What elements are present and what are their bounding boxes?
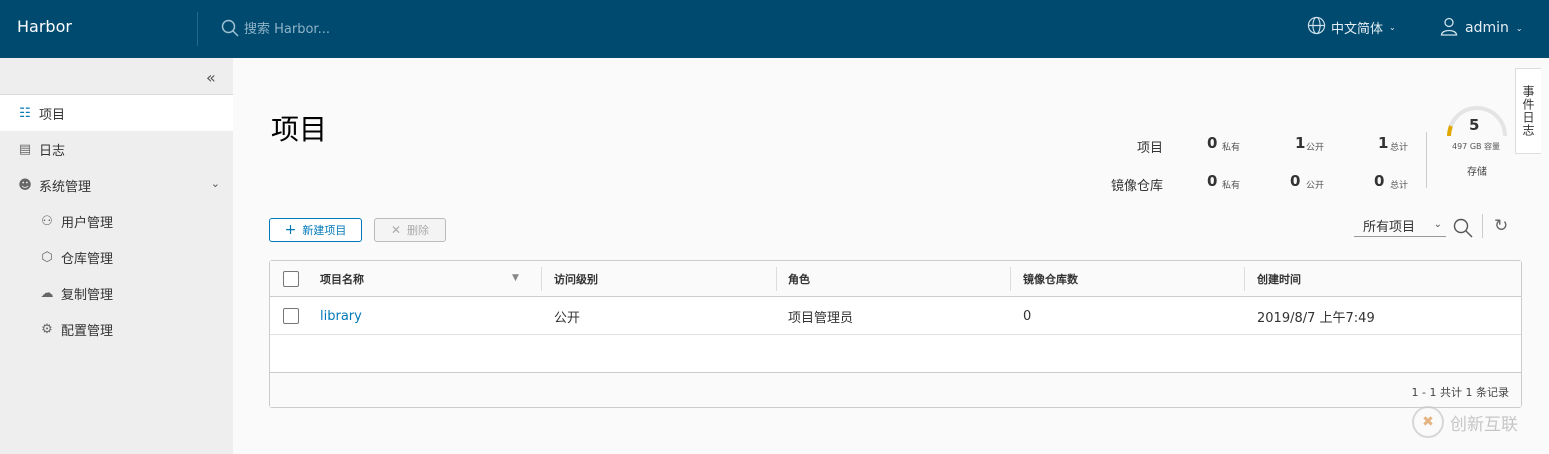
new-project-button[interactable]: + 新建项目 <box>269 218 362 242</box>
top-header: Harbor 中文简体 ⌄ admin ⌄ <box>0 0 1549 58</box>
column-header-name[interactable]: 项目名称 <box>320 261 364 297</box>
header-divider <box>197 12 198 46</box>
stat-repo-total: 0 <box>1374 172 1385 190</box>
username: admin <box>1465 20 1509 36</box>
table-row[interactable]: library 公开 项目管理员 0 2019/8/7 上午7:49 <box>270 298 1521 335</box>
pagination-info: 1 - 1 共计 1 条记录 <box>1411 386 1509 399</box>
filter-value: 所有项目 <box>1363 220 1416 235</box>
brand-name[interactable]: Harbor <box>17 17 72 36</box>
sidebar-item-label: 用户管理 <box>61 215 114 231</box>
column-divider <box>1010 267 1011 291</box>
stat-project-label: 项目 <box>1136 141 1163 156</box>
column-header-role[interactable]: 角色 <box>788 261 810 297</box>
new-project-label: 新建项目 <box>302 224 347 237</box>
replication-icon: ☁ <box>40 285 54 301</box>
event-log-tab[interactable]: 事件日志 <box>1515 68 1541 154</box>
sidebar-item-admin[interactable]: ☻ 系统管理 ⌄ <box>0 167 233 203</box>
watermark-text: 创新互联 <box>1450 414 1518 435</box>
table-header: 项目名称 ▼ 访问级别 角色 镜像仓库数 创建时间 <box>270 261 1521 297</box>
column-header-created[interactable]: 创建时间 <box>1257 261 1301 297</box>
row-checkbox[interactable] <box>283 308 299 324</box>
storage-capacity: 497 GB 容量 <box>1452 142 1501 151</box>
role-cell: 项目管理员 <box>788 311 854 326</box>
language-label: 中文简体 <box>1331 22 1384 37</box>
close-icon: ✕ <box>390 223 402 237</box>
main-content: 项目 项目 0 私有 1 公开 1 总计 镜像仓库 0 私有 0 公开 0 总计… <box>233 58 1549 454</box>
delete-button[interactable]: ✕ 删除 <box>374 218 446 242</box>
toolbar-divider <box>1482 214 1483 238</box>
stat-unit-private: 私有 <box>1222 143 1241 153</box>
sidebar-item-replication[interactable]: ☁ 复制管理 <box>0 275 233 311</box>
stat-repo-public: 0 <box>1290 172 1301 190</box>
user-icon <box>1439 16 1459 40</box>
sidebar-item-config[interactable]: ⚙ 配置管理 <box>0 311 233 347</box>
stat-repo-private: 0 <box>1207 172 1218 190</box>
gear-icon: ⚙ <box>41 321 53 337</box>
globe-icon <box>1307 16 1326 39</box>
column-divider <box>541 267 542 291</box>
storage-count: 5 <box>1469 116 1480 134</box>
column-divider <box>776 267 777 291</box>
column-header-repo-count[interactable]: 镜像仓库数 <box>1023 261 1078 297</box>
plus-icon: + <box>284 222 297 238</box>
stat-unit-total: 总计 <box>1390 143 1409 153</box>
logs-icon: ▤ <box>18 141 32 157</box>
stat-project-total: 1 <box>1378 134 1389 152</box>
watermark: ✖ 创新互联 <box>1412 406 1518 438</box>
search-input[interactable] <box>244 19 544 39</box>
sidebar-item-projects[interactable]: ☷ 项目 <box>0 95 233 131</box>
sidebar-item-label: 系统管理 <box>39 179 92 195</box>
page-title: 项目 <box>271 113 328 146</box>
sidebar-item-logs[interactable]: ▤ 日志 <box>0 131 233 167</box>
sidebar: « ☷ 项目 ▤ 日志 ☻ 系统管理 ⌄ ⚇ 用户管理 ⬡ 仓库管理 ☁ 复制管… <box>0 58 233 454</box>
chevron-down-icon: ⌄ <box>1389 23 1396 32</box>
stat-repo-label: 镜像仓库 <box>1110 179 1163 194</box>
sidebar-item-label: 复制管理 <box>61 287 114 303</box>
column-divider <box>1244 267 1245 291</box>
sidebar-item-users[interactable]: ⚇ 用户管理 <box>0 203 233 239</box>
stat-unit-private: 私有 <box>1222 181 1241 191</box>
stat-project-public: 1 <box>1295 134 1306 152</box>
stat-project-private: 0 <box>1207 134 1218 152</box>
watermark-logo-icon: ✖ <box>1412 406 1444 438</box>
chevron-down-icon[interactable]: ⌄ <box>211 177 220 190</box>
created-time-cell: 2019/8/7 上午7:49 <box>1257 311 1375 326</box>
registry-icon: ⬡ <box>41 249 53 265</box>
project-filter-select[interactable]: 所有项目 ⌄ <box>1354 215 1446 237</box>
search-icon <box>221 19 239 41</box>
stats-divider <box>1426 132 1427 188</box>
project-name-link[interactable]: library <box>320 298 362 335</box>
search-icon[interactable] <box>1453 218 1473 242</box>
language-selector[interactable]: 中文简体 ⌄ <box>1307 16 1396 39</box>
collapse-sidebar-icon[interactable]: « <box>206 68 216 87</box>
table-footer: 1 - 1 共计 1 条记录 <box>270 372 1521 407</box>
delete-label: 删除 <box>407 224 430 237</box>
users-icon: ⚇ <box>41 213 53 229</box>
sidebar-item-label: 项目 <box>39 107 66 123</box>
projects-table: 项目名称 ▼ 访问级别 角色 镜像仓库数 创建时间 library 公开 项目管… <box>269 260 1522 408</box>
sidebar-item-label: 仓库管理 <box>61 251 114 267</box>
user-menu[interactable]: admin ⌄ <box>1439 16 1523 40</box>
stat-unit-public: 公开 <box>1306 181 1325 191</box>
stat-unit-public: 公开 <box>1306 143 1325 153</box>
admin-icon: ☻ <box>18 177 32 193</box>
storage-label: 存储 <box>1467 167 1487 178</box>
projects-icon: ☷ <box>19 105 31 121</box>
select-all-checkbox[interactable] <box>283 271 299 287</box>
chevron-down-icon: ⌄ <box>1515 23 1523 33</box>
sidebar-item-registry[interactable]: ⬡ 仓库管理 <box>0 239 233 275</box>
sidebar-item-label: 日志 <box>39 143 66 159</box>
repo-count-cell: 0 <box>1023 309 1032 324</box>
refresh-icon[interactable]: ↻ <box>1494 216 1508 236</box>
stat-unit-total: 总计 <box>1390 181 1409 191</box>
filter-icon[interactable]: ▼ <box>512 273 519 283</box>
chevron-down-icon: ⌄ <box>1433 219 1442 230</box>
column-header-access[interactable]: 访问级别 <box>554 261 598 297</box>
sidebar-item-label: 配置管理 <box>61 323 114 339</box>
access-level-cell: 公开 <box>554 311 581 326</box>
